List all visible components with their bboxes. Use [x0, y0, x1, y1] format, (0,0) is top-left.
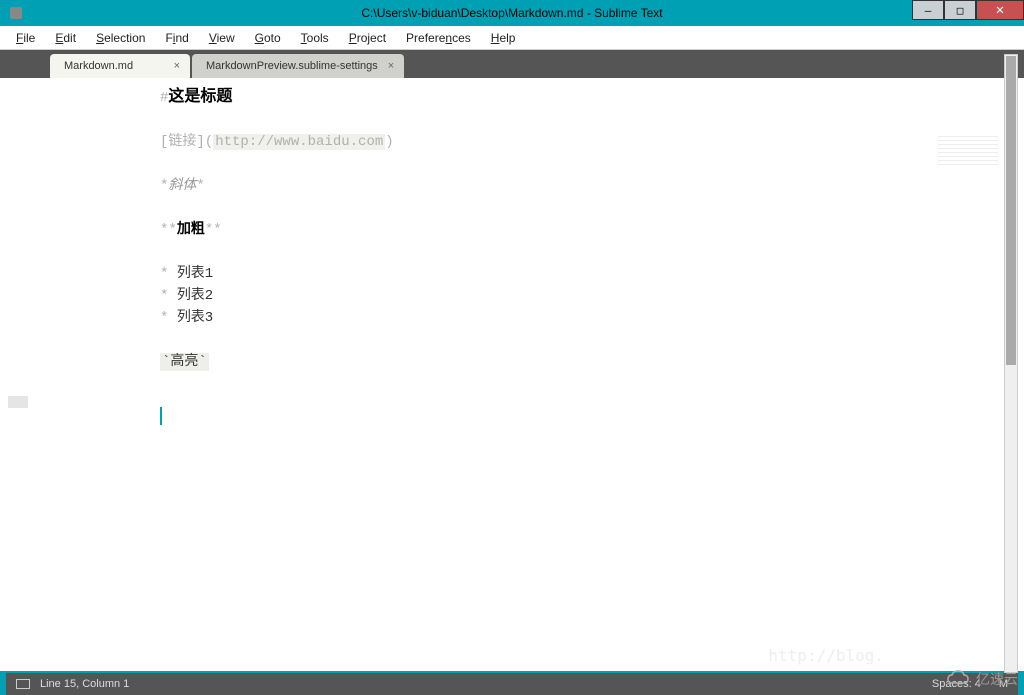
menu-edit[interactable]: Edit: [47, 29, 84, 47]
status-indent[interactable]: Spaces: 4: [932, 678, 981, 690]
tab-label: Markdown.md: [64, 60, 133, 72]
link-bracket: ](: [196, 134, 213, 150]
tab-markdown[interactable]: Markdown.md ×: [50, 54, 190, 78]
title-bar[interactable]: C:\Users\v-biduan\Desktop\Markdown.md - …: [0, 0, 1024, 26]
gutter: [0, 78, 40, 671]
tab-label: MarkdownPreview.sublime-settings: [206, 60, 378, 72]
code-content[interactable]: #这是标题 [链接](http://www.baidu.com) *斜体* **…: [40, 78, 1024, 671]
menu-tools[interactable]: Tools: [293, 29, 337, 47]
bold-text: 加粗: [177, 222, 205, 238]
bold-marker: **: [205, 222, 222, 238]
editor[interactable]: #这是标题 [链接](http://www.baidu.com) *斜体* **…: [0, 78, 1024, 671]
list-item: 列表1: [177, 266, 213, 282]
menu-bar: File Edit Selection Find View Goto Tools…: [0, 26, 1024, 50]
italic-marker: *: [196, 178, 204, 194]
list-item: 列表2: [177, 288, 213, 304]
menu-preferences[interactable]: Preferences: [398, 29, 479, 47]
panel-switcher-icon[interactable]: [16, 679, 30, 689]
link-url: http://www.baidu.com: [213, 134, 385, 150]
status-bar: Line 15, Column 1 Spaces: 4 M: [6, 673, 1018, 695]
line-highlight-icon: [8, 396, 28, 408]
window-title: C:\Users\v-biduan\Desktop\Markdown.md - …: [361, 6, 662, 20]
menu-project[interactable]: Project: [341, 29, 394, 47]
menu-selection[interactable]: Selection: [88, 29, 153, 47]
link-text: 链接: [168, 134, 196, 150]
italic-text: 斜体: [168, 178, 196, 194]
window-controls: — □ ✕: [912, 0, 1024, 20]
list-item: 列表3: [177, 310, 213, 326]
tab-preview-settings[interactable]: MarkdownPreview.sublime-settings ×: [192, 54, 404, 78]
scrollbar-thumb[interactable]: [1006, 56, 1016, 365]
minimap[interactable]: [938, 136, 998, 166]
app-window: C:\Users\v-biduan\Desktop\Markdown.md - …: [0, 0, 1024, 695]
minimize-button[interactable]: —: [912, 0, 944, 20]
close-button[interactable]: ✕: [976, 0, 1024, 20]
menu-help[interactable]: Help: [483, 29, 524, 47]
tab-bar: Markdown.md × MarkdownPreview.sublime-se…: [0, 50, 1024, 78]
app-icon[interactable]: [6, 3, 26, 23]
link-bracket: ): [385, 134, 393, 150]
status-line-col[interactable]: Line 15, Column 1: [40, 678, 129, 690]
text-cursor: [160, 407, 162, 425]
menu-file[interactable]: File: [8, 29, 43, 47]
maximize-button[interactable]: □: [944, 0, 976, 20]
code-span: `高亮`: [160, 353, 209, 371]
menu-find[interactable]: Find: [157, 29, 196, 47]
bold-marker: **: [160, 222, 177, 238]
heading-text: 这是标题: [168, 88, 232, 106]
menu-goto[interactable]: Goto: [247, 29, 289, 47]
close-icon[interactable]: ×: [164, 60, 180, 72]
new-tab-area[interactable]: [0, 50, 50, 78]
vertical-scrollbar[interactable]: [1004, 54, 1018, 673]
status-syntax[interactable]: M: [999, 678, 1008, 690]
menu-view[interactable]: View: [201, 29, 243, 47]
close-icon[interactable]: ×: [378, 60, 394, 72]
